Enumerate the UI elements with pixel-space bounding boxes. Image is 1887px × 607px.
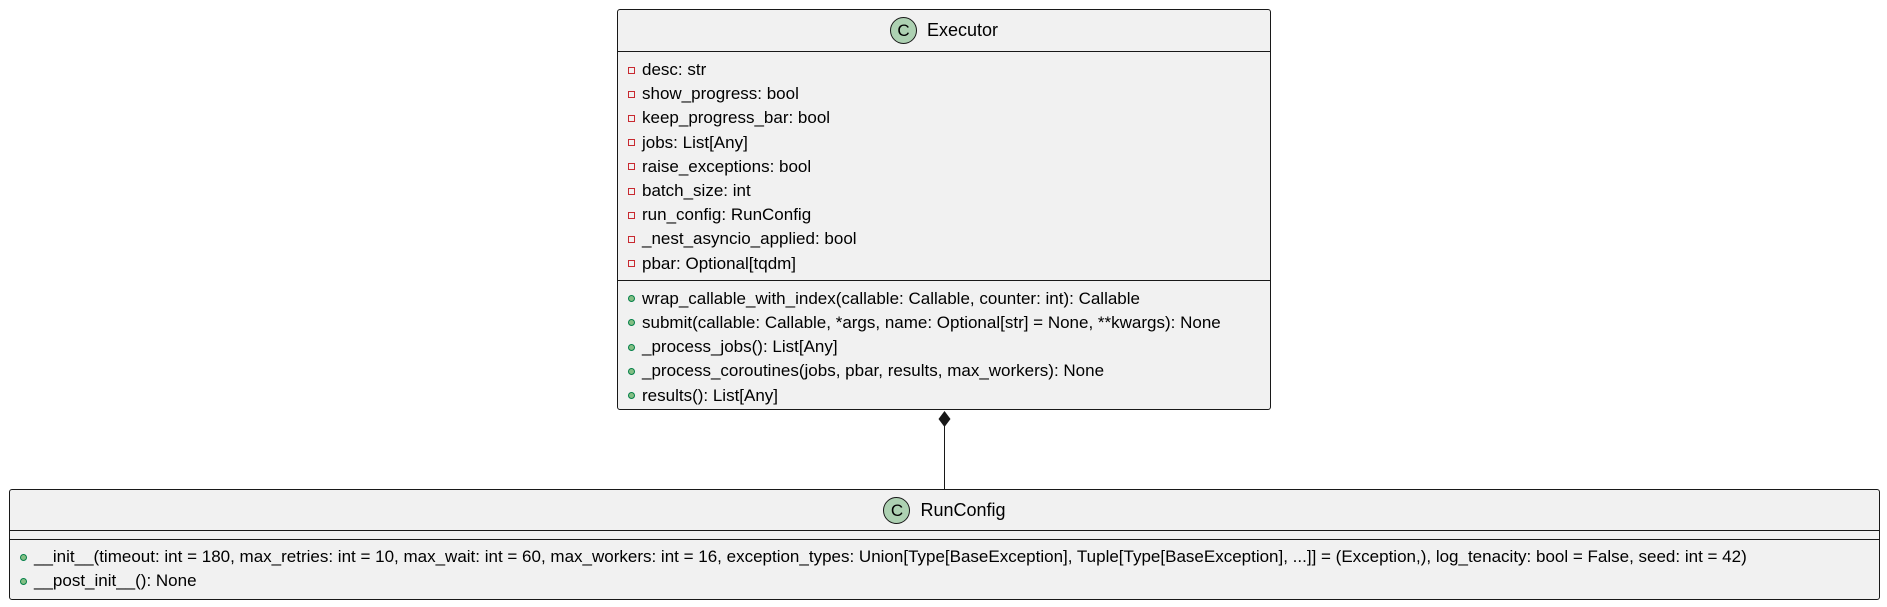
methods-section: wrap_callable_with_index(callable: Calla… (618, 279, 1270, 412)
public-icon (628, 367, 635, 375)
method: _process_jobs(): List[Any] (618, 335, 1270, 359)
method: __post_init__(): None (10, 569, 1879, 593)
attributes-section: desc: str show_progress: bool keep_progr… (618, 52, 1270, 280)
public-icon (20, 553, 27, 561)
public-icon (628, 319, 635, 327)
class-name: RunConfig (920, 499, 1006, 520)
public-icon (628, 295, 635, 303)
method: results(): List[Any] (618, 383, 1270, 407)
class-c-icon: C (889, 17, 917, 44)
class-name: Executor (926, 20, 999, 40)
class-header: C Executor (618, 10, 1270, 52)
class-header: C RunConfig (10, 490, 1879, 531)
method: _process_coroutines(jobs, pbar, results,… (618, 359, 1270, 383)
public-icon (20, 577, 27, 585)
composition-diamond (938, 411, 951, 427)
attribute: show_progress: bool (618, 82, 1270, 106)
class-c-icon: C (883, 496, 911, 524)
method: wrap_callable_with_index(callable: Calla… (618, 287, 1270, 311)
attribute: keep_progress_bar: bool (618, 106, 1270, 130)
attributes-section (10, 531, 1879, 539)
private-icon (628, 260, 635, 268)
attribute: desc: str (618, 58, 1270, 82)
attribute: pbar: Optional[tqdm] (618, 252, 1270, 276)
private-icon (628, 235, 635, 243)
private-icon (628, 163, 635, 171)
attribute: _nest_asyncio_applied: bool (618, 227, 1270, 251)
methods-section: __init__(timeout: int = 180, max_retries… (10, 539, 1879, 593)
method: __init__(timeout: int = 180, max_retries… (10, 545, 1879, 569)
attribute: jobs: List[Any] (618, 131, 1270, 155)
class-runconfig[interactable]: C RunConfig __init__(timeout: int = 180,… (9, 489, 1880, 600)
private-icon (628, 114, 635, 122)
private-icon (628, 139, 635, 147)
private-icon (628, 211, 635, 219)
public-icon (628, 392, 635, 400)
attribute: run_config: RunConfig (618, 203, 1270, 227)
attribute: raise_exceptions: bool (618, 155, 1270, 179)
public-icon (628, 343, 635, 351)
class-executor[interactable]: C Executor desc: str show_progress: bool… (617, 9, 1271, 410)
private-icon (628, 187, 635, 195)
method: submit(callable: Callable, *args, name: … (618, 311, 1270, 335)
private-icon (628, 90, 635, 98)
private-icon (628, 66, 635, 74)
attribute: batch_size: int (618, 179, 1270, 203)
